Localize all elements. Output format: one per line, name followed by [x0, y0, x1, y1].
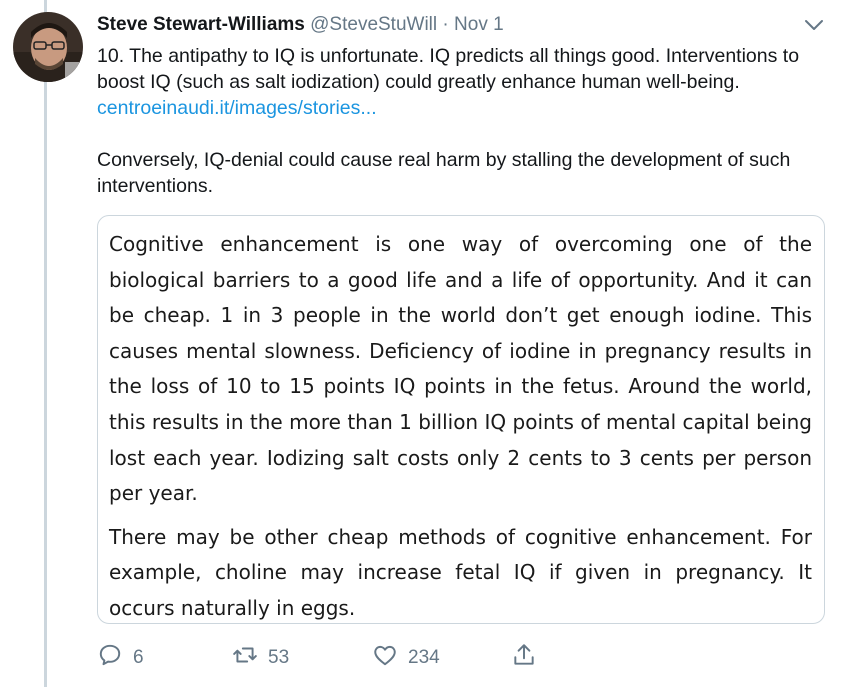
like-count: 234 [408, 647, 440, 668]
chevron-down-icon[interactable] [803, 14, 825, 36]
tweet-link[interactable]: centroeinaudi.it/images/stories... [97, 97, 377, 119]
tweet-text-line: 10. The antipathy to IQ is unfortunate. … [97, 45, 800, 93]
tweet-date[interactable]: Nov 1 [454, 14, 504, 35]
retweet-icon [232, 642, 258, 674]
reply-button[interactable]: 6 [97, 640, 144, 676]
like-button[interactable]: 234 [372, 640, 440, 676]
share-button[interactable] [511, 640, 537, 676]
share-icon [511, 642, 537, 674]
header-separator: · [442, 14, 449, 35]
tweet-text: 10. The antipathy to IQ is unfortunate. … [97, 43, 827, 199]
reply-icon [97, 642, 123, 674]
heart-icon [372, 642, 398, 674]
tweet-paragraph-2: Conversely, IQ-denial could cause real h… [97, 149, 791, 197]
image-paragraph-1: Cognitive enhancement is one way of over… [109, 232, 812, 506]
reply-count: 6 [133, 647, 144, 668]
author-name[interactable]: Steve Stewart-Williams [97, 14, 305, 35]
attached-image-card[interactable]: Cognitive enhancement is one way of over… [97, 215, 825, 624]
retweet-count: 53 [268, 647, 290, 668]
avatar[interactable] [13, 12, 83, 82]
tweet-header: Steve Stewart-Williams @SteveStuWill · N… [97, 13, 813, 37]
thread-line [44, 0, 47, 687]
retweet-button[interactable]: 53 [232, 640, 289, 676]
attached-image-text: Cognitive enhancement is one way of over… [109, 227, 812, 627]
author-handle[interactable]: @SteveStuWill [310, 14, 437, 35]
tweet-actions: 6 53 234 [97, 640, 637, 676]
avatar-photo [13, 12, 83, 82]
image-paragraph-2: There may be other cheap methods of cogn… [109, 524, 812, 620]
tweet-paragraph-1: 10. The antipathy to IQ is unfortunate. … [97, 43, 827, 121]
